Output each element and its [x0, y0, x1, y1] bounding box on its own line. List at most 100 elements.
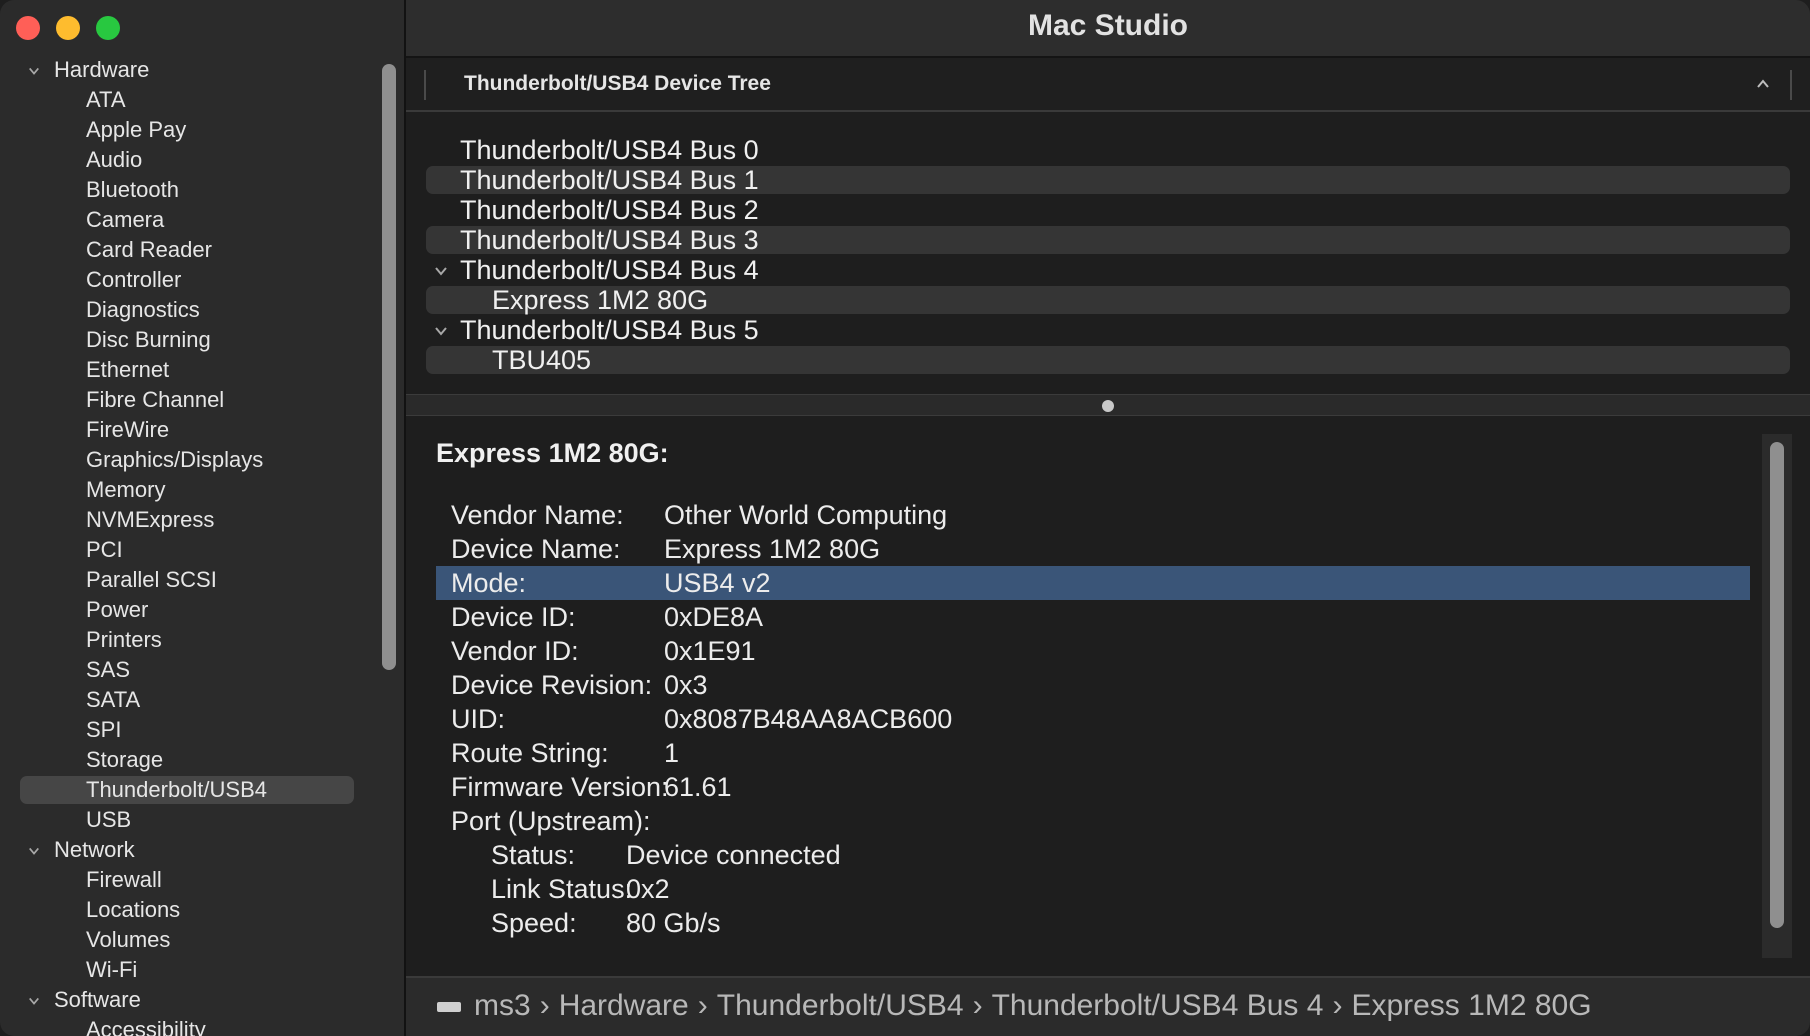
sidebar-item-card-reader[interactable]: Card Reader	[0, 235, 380, 265]
sidebar-item-accessibility[interactable]: Accessibility	[0, 1015, 380, 1036]
sidebar-item-disc-burning[interactable]: Disc Burning	[0, 325, 380, 355]
property-key: Speed:	[491, 908, 577, 938]
device-tree-row[interactable]: TBU405	[406, 345, 1810, 375]
chevron-down-icon[interactable]	[434, 325, 448, 337]
sidebar-item-usb[interactable]: USB	[0, 805, 380, 835]
sidebar-item-audio[interactable]: Audio	[0, 145, 380, 175]
sidebar-item-label: Firewall	[86, 867, 162, 892]
property-value: 0x1E91	[664, 636, 756, 666]
sidebar-scrollbar[interactable]	[382, 64, 396, 670]
chevron-down-icon[interactable]	[28, 65, 40, 77]
sidebar-item-controller[interactable]: Controller	[0, 265, 380, 295]
sidebar-item-label: SPI	[86, 717, 122, 742]
sidebar-item-spi[interactable]: SPI	[0, 715, 380, 745]
property-value: 0x3	[664, 670, 708, 700]
breadcrumb-item[interactable]: Hardware	[559, 989, 689, 1022]
sidebar-item-firewire[interactable]: FireWire	[0, 415, 380, 445]
sidebar-item-nvmexpress[interactable]: NVMExpress	[0, 505, 380, 535]
sidebar-item-locations[interactable]: Locations	[0, 895, 380, 925]
sidebar-item-label: USB	[86, 807, 132, 832]
property-row-mode[interactable]: Mode: USB4 v2	[436, 566, 1750, 600]
property-row-vendor-name[interactable]: Vendor Name: Other World Computing	[436, 498, 1750, 532]
device-tree: Thunderbolt/USB4 Bus 0 Thunderbolt/USB4 B…	[406, 135, 1810, 375]
main-pane: Mac Studio Thunderbolt/USB4 Device Tree …	[406, 0, 1810, 1036]
chevron-up-icon[interactable]	[1756, 78, 1770, 90]
property-row-port-upstream[interactable]: Port (Upstream):	[436, 804, 1750, 838]
device-tree-row[interactable]: Thunderbolt/USB4 Bus 5	[406, 315, 1810, 345]
property-key: Device Name:	[451, 534, 621, 564]
sidebar-item-parallel-scsi[interactable]: Parallel SCSI	[0, 565, 380, 595]
device-tree-row[interactable]: Thunderbolt/USB4 Bus 0	[406, 135, 1810, 165]
sidebar-item-label: Volumes	[86, 927, 171, 952]
sidebar-item-camera[interactable]: Camera	[0, 205, 380, 235]
system-information-window: Hardware ATA Apple Pay Audio Bluetooth Camera…	[0, 0, 1810, 1036]
sidebar-item-printers[interactable]: Printers	[0, 625, 380, 655]
sidebar-item-label: Fibre Channel	[86, 387, 225, 412]
breadcrumb-item[interactable]: ms3	[474, 989, 531, 1022]
property-value: 1	[664, 738, 680, 768]
sidebar-item-sata[interactable]: SATA	[0, 685, 380, 715]
sidebar-item-label: SAS	[86, 657, 131, 682]
port-property-row-speed[interactable]: Speed: 80 Gb/s	[436, 906, 1750, 940]
property-row-device-revision[interactable]: Device Revision: 0x3	[436, 668, 1750, 702]
sidebar-item-memory[interactable]: Memory	[0, 475, 380, 505]
breadcrumb-separator: ›	[972, 989, 983, 1022]
property-row-device-name[interactable]: Device Name: Express 1M2 80G	[436, 532, 1750, 566]
property-row-firmware-version[interactable]: Firmware Version: 61.61	[436, 770, 1750, 804]
sidebar: Hardware ATA Apple Pay Audio Bluetooth Camera…	[0, 0, 406, 1036]
sidebar-group-software[interactable]: Software	[0, 985, 380, 1015]
splitter-grip-icon[interactable]	[1102, 400, 1114, 412]
zoom-window-button[interactable]	[96, 16, 120, 40]
breadcrumb-item[interactable]: Express 1M2 80G	[1351, 989, 1591, 1022]
sidebar-item-graphics-displays[interactable]: Graphics/Displays	[0, 445, 380, 475]
property-row-route-string[interactable]: Route String: 1	[436, 736, 1750, 770]
property-row-vendor-id[interactable]: Vendor ID: 0x1E91	[436, 634, 1750, 668]
sidebar-group-network[interactable]: Network	[0, 835, 380, 865]
sidebar-item-firewall[interactable]: Firewall	[0, 865, 380, 895]
device-tree-row[interactable]: Thunderbolt/USB4 Bus 3	[406, 225, 1810, 255]
sidebar-group-hardware[interactable]: Hardware	[0, 55, 380, 85]
breadcrumb-item[interactable]: Thunderbolt/USB4	[717, 989, 964, 1022]
sidebar-item-label: Ethernet	[86, 357, 170, 382]
sidebar-item-thunderbolt-usb4[interactable]: Thunderbolt/USB4	[0, 775, 380, 805]
breadcrumb-item[interactable]: Thunderbolt/USB4 Bus 4	[992, 989, 1324, 1022]
sidebar-item-power[interactable]: Power	[0, 595, 380, 625]
property-row-uid[interactable]: UID: 0x8087B48AA8ACB600	[436, 702, 1750, 736]
minimize-window-button[interactable]	[56, 16, 80, 40]
device-tree-row[interactable]: Thunderbolt/USB4 Bus 2	[406, 195, 1810, 225]
sidebar-item-diagnostics[interactable]: Diagnostics	[0, 295, 380, 325]
column-divider	[424, 70, 426, 100]
sidebar-item-sas[interactable]: SAS	[0, 655, 380, 685]
sidebar-item-bluetooth[interactable]: Bluetooth	[0, 175, 380, 205]
port-property-row-status[interactable]: Status: Device connected	[436, 838, 1750, 872]
device-tree-row[interactable]: Thunderbolt/USB4 Bus 4	[406, 255, 1810, 285]
sidebar-item-ethernet[interactable]: Ethernet	[0, 355, 380, 385]
pane-splitter[interactable]	[406, 394, 1810, 416]
property-key: Vendor Name:	[451, 500, 624, 530]
sidebar-item-apple-pay[interactable]: Apple Pay	[0, 115, 380, 145]
property-key: Device ID:	[451, 602, 576, 632]
device-tree-row[interactable]: Thunderbolt/USB4 Bus 1	[406, 165, 1810, 195]
device-tree-header[interactable]: Thunderbolt/USB4 Device Tree	[406, 58, 1810, 112]
detail-scrollbar[interactable]	[1762, 434, 1792, 958]
chevron-down-icon[interactable]	[28, 995, 40, 1007]
sidebar-item-ata[interactable]: ATA	[0, 85, 380, 115]
property-value: 0x2	[626, 874, 670, 904]
sidebar-item-fibre-channel[interactable]: Fibre Channel	[0, 385, 380, 415]
chevron-down-icon[interactable]	[434, 265, 448, 277]
sidebar-item-storage[interactable]: Storage	[0, 745, 380, 775]
sidebar-item-label: SATA	[86, 687, 141, 712]
close-window-button[interactable]	[16, 16, 40, 40]
detail-scrollbar-thumb[interactable]	[1770, 442, 1784, 928]
sidebar-item-wi-fi[interactable]: Wi-Fi	[0, 955, 380, 985]
chevron-down-icon[interactable]	[28, 845, 40, 857]
device-tree-row[interactable]: Express 1M2 80G	[406, 285, 1810, 315]
sidebar-item-label: Card Reader	[86, 237, 212, 262]
port-property-row-link-status[interactable]: Link Status: 0x2	[436, 872, 1750, 906]
property-row-device-id[interactable]: Device ID: 0xDE8A	[436, 600, 1750, 634]
sidebar-item-label: Memory	[86, 477, 166, 502]
sidebar-tree: Hardware ATA Apple Pay Audio Bluetooth Camera…	[0, 55, 380, 1036]
property-value: 61.61	[664, 772, 732, 802]
sidebar-item-volumes[interactable]: Volumes	[0, 925, 380, 955]
sidebar-item-pci[interactable]: PCI	[0, 535, 380, 565]
